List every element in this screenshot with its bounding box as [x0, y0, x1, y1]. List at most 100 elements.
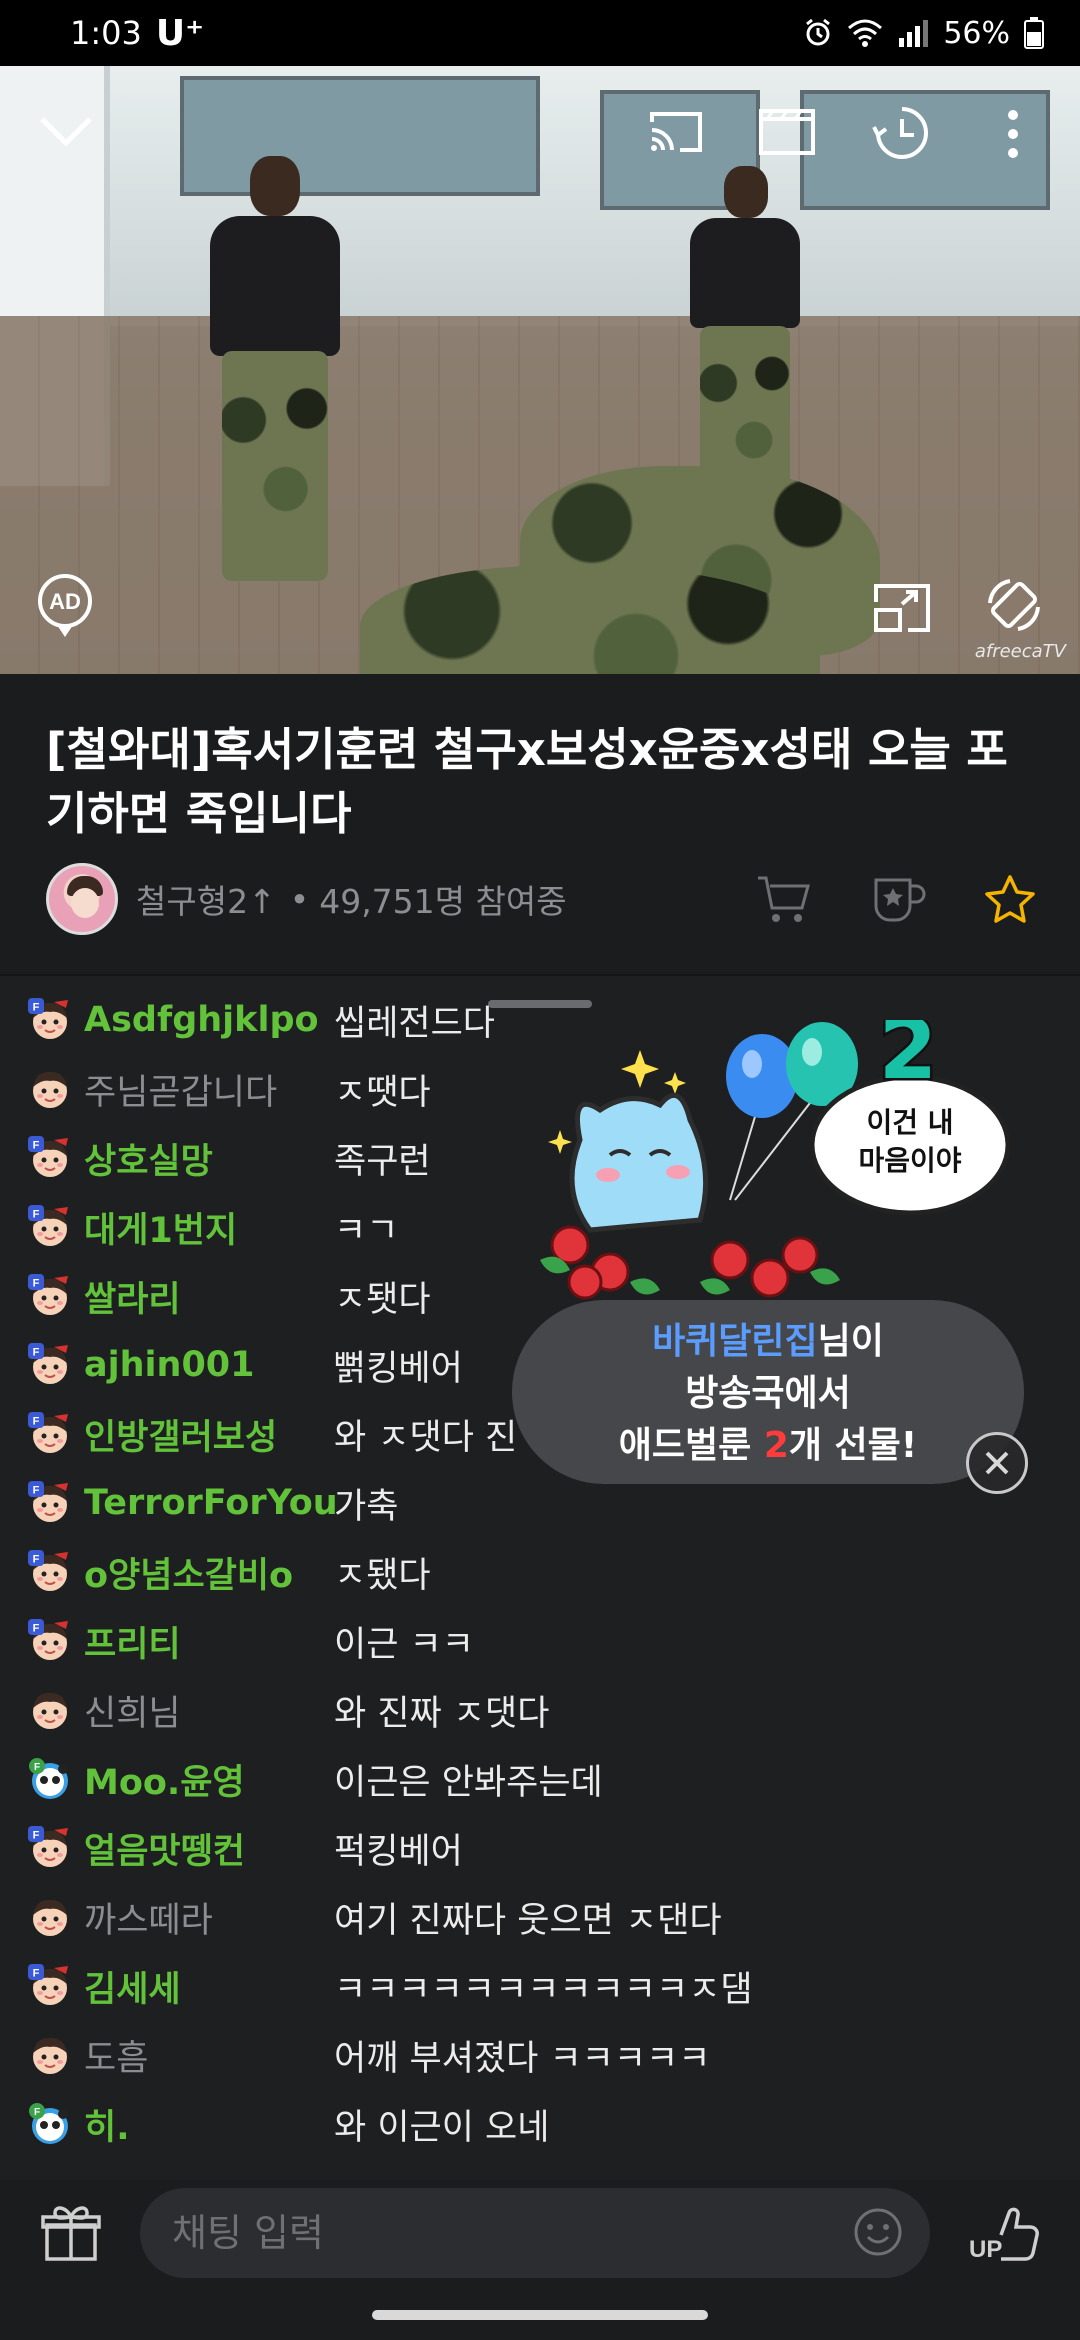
- chat-nickname[interactable]: 도흠: [84, 2030, 148, 2081]
- gift-speech-line2: 마음이야: [858, 1144, 961, 1177]
- wifi-icon: [848, 19, 883, 47]
- meta-separator: •: [289, 879, 310, 919]
- chat-nickname[interactable]: 대게1번지: [84, 1202, 237, 1253]
- viewer-count: 49,751명 참여중: [319, 882, 567, 921]
- emoji-button[interactable]: [850, 2204, 906, 2260]
- gift-count: 2: [763, 1425, 789, 1466]
- user-face-icon: [28, 1895, 72, 1939]
- chat-text: 족구런: [334, 1141, 431, 1182]
- svg-text:F: F: [33, 1140, 40, 1152]
- chat-nickname[interactable]: 쌀라리: [84, 1271, 181, 1322]
- fan-badge-icon: F: [28, 1274, 72, 1318]
- fan-badge-icon: F: [28, 1550, 72, 1594]
- chat-message[interactable]: 까스떼라 여기 진짜다 웃으면 ㅈ댄다: [0, 1883, 1080, 1951]
- chat-text: 여기 진짜다 웃으면 ㅈ댄다: [334, 1900, 722, 1941]
- svg-text:AD: AD: [49, 589, 81, 614]
- gift-count-badge: 2: [879, 1020, 937, 1098]
- chat-nickname[interactable]: ajhin001: [84, 1345, 255, 1385]
- chat-text: 와 진짜 ㅈ댓다: [334, 1693, 550, 1734]
- chat-message[interactable]: Fo양념소갈비o ㅈ됐다: [0, 1538, 1080, 1606]
- chat-nickname[interactable]: 인방갤러보성: [84, 1409, 277, 1460]
- fan-badge-icon: F: [28, 1826, 72, 1870]
- fan-badge-icon: F: [28, 1964, 72, 2008]
- clip-icon[interactable]: [756, 104, 818, 160]
- rotate-screen-icon[interactable]: [980, 570, 1048, 640]
- broadcast-actions: [756, 874, 1036, 924]
- gift-button[interactable]: [38, 2200, 104, 2266]
- chat-text: ㅈ됏다: [334, 1279, 431, 1320]
- chat-nickname[interactable]: TerrorForYou: [84, 1483, 338, 1523]
- battery-icon: [1024, 17, 1044, 49]
- cart-icon[interactable]: [756, 874, 812, 924]
- svg-text:UP: UP: [969, 2236, 1002, 2263]
- gift-item-name: 애드벌룬: [618, 1425, 764, 1466]
- fan-badge-icon: F: [28, 1343, 72, 1387]
- gift-sender-name: 바퀴달린집: [652, 1321, 818, 1362]
- chat-text: 뻙킹베어: [334, 1348, 463, 1389]
- fan-badge-icon: F: [28, 998, 72, 1042]
- chat-message[interactable]: F 김세세 ㅋㅋㅋㅋㅋㅋㅋㅋㅋㅋㅋㅈ댐: [0, 1952, 1080, 2020]
- chat-text: 이근은 안봐주는데: [334, 1762, 603, 1803]
- subscribe-cup-icon[interactable]: [870, 874, 926, 924]
- fan-badge-icon: F: [28, 1412, 72, 1456]
- timeshift-icon[interactable]: [870, 102, 934, 164]
- status-bar: 1:03 U⁺ 56%: [0, 0, 1080, 66]
- chat-nickname[interactable]: 상호실망: [84, 1133, 213, 1184]
- chat-nickname[interactable]: 얼음맛뗑컨: [84, 1823, 245, 1874]
- chat-input[interactable]: [140, 2188, 930, 2278]
- alarm-icon: [806, 18, 831, 46]
- chat-message[interactable]: F 얼음맛뗑컨 퍽킹베어: [0, 1814, 1080, 1882]
- chat-nickname[interactable]: 김세세: [84, 1961, 181, 2012]
- broadcast-meta: 철구형2↑ • 49,751명 참여중: [46, 862, 1036, 936]
- chat-message[interactable]: 신희님 와 진짜 ㅈ댓다: [0, 1676, 1080, 1744]
- signal-icon: [899, 20, 929, 47]
- chat-text: 어깨 부셔졌다 ㅋㅋㅋㅋㅋ: [334, 2038, 711, 2079]
- fan-badge-icon: F: [28, 1136, 72, 1180]
- user-face-icon: [28, 2033, 72, 2077]
- svg-text:F: F: [34, 2107, 40, 2118]
- streamer-name[interactable]: 철구형2↑: [136, 875, 276, 923]
- chat-text: 와 이근이 오네: [334, 2107, 550, 2148]
- chat-message[interactable]: F 히. 와 이근이 오네: [0, 2090, 1080, 2158]
- chat-text: 와 ㅈ댓다 진: [334, 1417, 518, 1458]
- user-face-icon: [28, 1688, 72, 1732]
- more-options-icon[interactable]: [998, 104, 1028, 164]
- broadcast-info: [철와대]혹서기훈련 철구x보성x윤중x성태 오늘 포기하면 죽입니다 철구형2…: [0, 674, 1080, 974]
- up-button[interactable]: UP: [964, 2194, 1044, 2274]
- panda-badge-icon: F: [28, 2102, 72, 2146]
- svg-text:F: F: [33, 1347, 40, 1359]
- fan-badge-icon: F: [28, 1619, 72, 1663]
- gift-sender-suffix: 님이: [817, 1321, 884, 1362]
- pip-icon[interactable]: [870, 580, 934, 636]
- chat-nickname[interactable]: 까스떼라: [84, 1892, 213, 1943]
- chat-nickname[interactable]: 신희님: [84, 1685, 181, 1736]
- chat-nickname[interactable]: Asdfghjklpo: [84, 1000, 319, 1040]
- chat-message[interactable]: F 프리티 이근 ㅋㅋ: [0, 1607, 1080, 1675]
- thumbs-up-icon: UP: [969, 2207, 1039, 2263]
- svg-text:F: F: [34, 1762, 40, 1773]
- ad-icon[interactable]: AD: [34, 572, 96, 640]
- gift-line3: 애드벌룬 2개 선물!: [512, 1420, 1024, 1472]
- svg-text:F: F: [33, 1002, 40, 1014]
- video-player[interactable]: AD afreecaTV: [0, 66, 1080, 674]
- svg-text:F: F: [33, 1554, 40, 1566]
- status-icons: 56%: [803, 16, 1044, 51]
- chat-nickname[interactable]: Moo.윤영: [84, 1754, 245, 1805]
- chat-nickname[interactable]: o양념소갈비o: [84, 1547, 293, 1598]
- afreecatv-watermark: afreecaTV: [974, 641, 1066, 662]
- chat-input-bar: UP: [0, 2180, 1080, 2290]
- streamer-avatar[interactable]: [46, 863, 118, 935]
- cast-icon[interactable]: [646, 104, 706, 160]
- chat-message[interactable]: 도흠 어깨 부셔졌다 ㅋㅋㅋㅋㅋ: [0, 2021, 1080, 2089]
- gift-close-button[interactable]: [966, 1432, 1028, 1494]
- gift-item-suffix: 개 선물!: [788, 1425, 918, 1466]
- home-indicator[interactable]: [372, 2310, 708, 2320]
- svg-text:F: F: [33, 1209, 40, 1221]
- favorite-star-icon[interactable]: [984, 874, 1036, 924]
- collapse-chevron-icon[interactable]: [36, 106, 96, 156]
- chat-nickname[interactable]: 프리티: [84, 1616, 181, 1667]
- chat-nickname[interactable]: 주님곧갑니다: [84, 1064, 277, 1115]
- chat-message[interactable]: F Moo.윤영 이근은 안봐주는데: [0, 1745, 1080, 1813]
- gift-balloon-animation: 이건 내 마음이야 2: [540, 1020, 1010, 1300]
- chat-nickname[interactable]: 히.: [84, 2099, 130, 2150]
